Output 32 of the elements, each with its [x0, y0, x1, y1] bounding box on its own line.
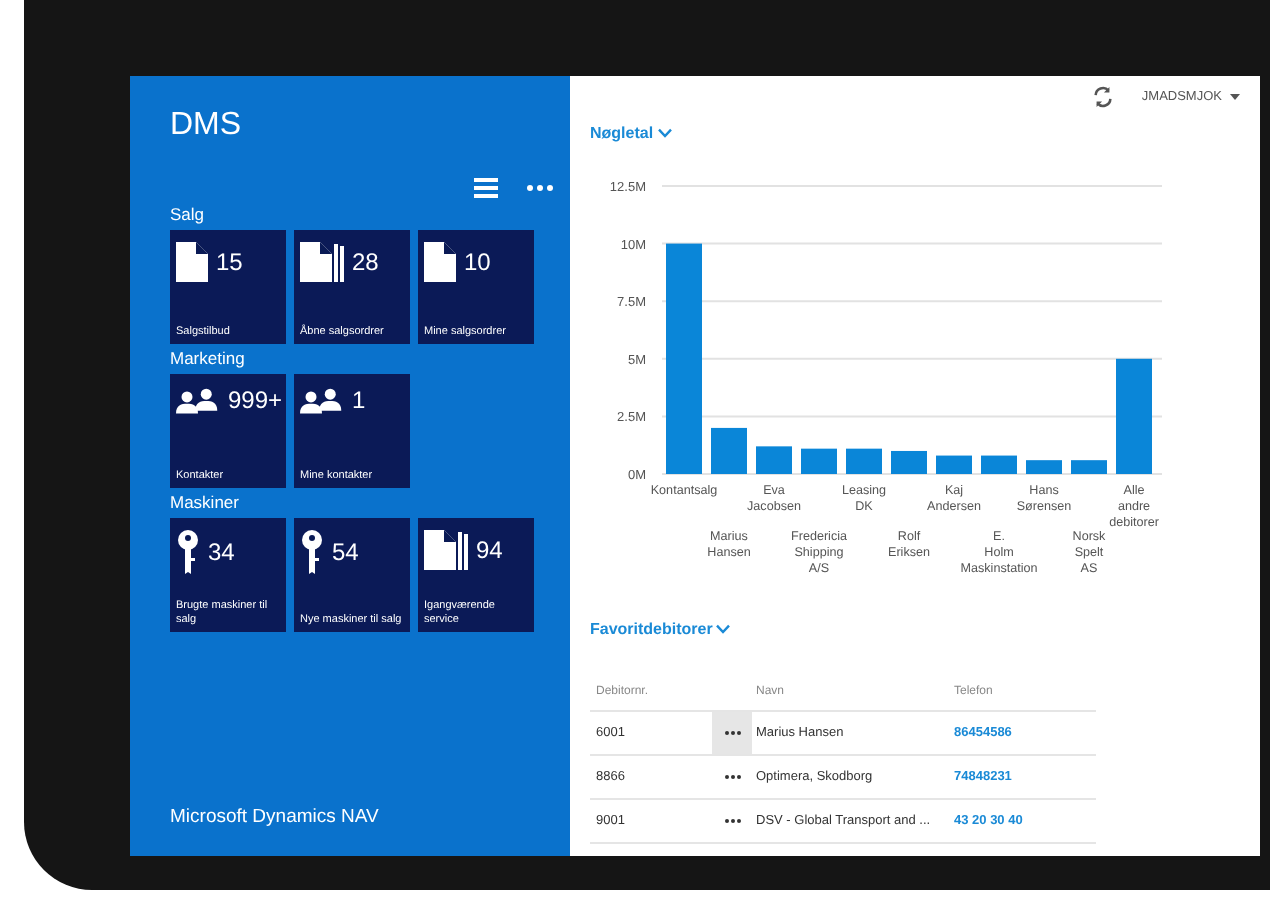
row-menu-button[interactable] [712, 712, 752, 754]
documents-icon [300, 242, 344, 282]
chevron-icon[interactable] [657, 128, 672, 138]
tile-count: 999+ [228, 386, 283, 414]
more-icon[interactable] [723, 818, 741, 824]
group-title: Salg [170, 204, 207, 224]
document-icon [424, 242, 456, 282]
tile-count: 28 [352, 248, 379, 276]
people-icon [300, 387, 344, 413]
key-icon [176, 530, 200, 574]
more-icon[interactable] [723, 774, 741, 780]
refresh-icon[interactable] [1091, 85, 1114, 107]
app-title: DMS [170, 108, 244, 146]
section-title[interactable]: Nøgletal [590, 124, 654, 142]
chevron-icon[interactable] [716, 624, 731, 634]
group-title: Maskiner [170, 492, 241, 512]
tile-count: 10 [464, 248, 491, 276]
key-icon [300, 530, 324, 574]
caret-icon[interactable] [1230, 93, 1240, 99]
more-icon[interactable] [723, 730, 741, 736]
group-title: Marketing [170, 348, 247, 368]
section-title[interactable]: Favoritdebitorer [590, 620, 713, 638]
document-icon [176, 242, 208, 282]
product-name: Microsoft Dynamics NAV [170, 806, 381, 828]
menu-icon[interactable] [474, 178, 498, 198]
tile-count: 1 [352, 386, 366, 414]
tile-count: 94 [476, 536, 503, 564]
tile-count: 15 [216, 248, 243, 276]
tile-count: 34 [208, 538, 235, 566]
people-icon [176, 387, 220, 413]
documents-icon [424, 530, 468, 570]
tile-count: 54 [332, 538, 359, 566]
